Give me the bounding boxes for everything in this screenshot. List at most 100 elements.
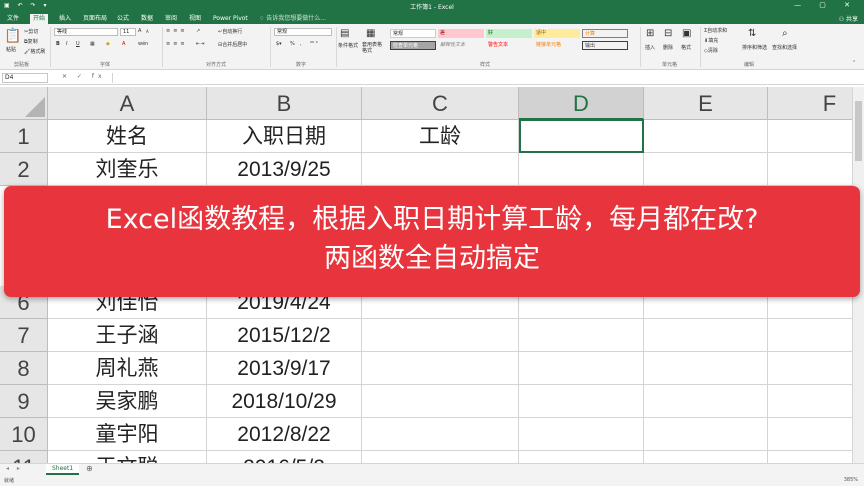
column-header-a[interactable]: A	[48, 87, 207, 120]
delete-cells-button[interactable]: 删除	[663, 44, 673, 51]
font-name-select[interactable]: 等线	[54, 28, 118, 36]
cell[interactable]	[768, 319, 852, 352]
paste-button[interactable]: 粘贴	[6, 46, 16, 53]
cell-b8[interactable]: 2013/9/17	[207, 352, 362, 385]
phonetic-icon[interactable]: wén	[138, 41, 148, 47]
format-cells-button[interactable]: 格式	[681, 44, 691, 51]
cell[interactable]	[768, 153, 852, 186]
style-output[interactable]: 输出	[582, 41, 628, 50]
cell[interactable]	[519, 153, 644, 186]
shrink-font-button[interactable]: A	[146, 29, 149, 34]
sheet-nav-arrows-icon[interactable]: ◂ ▸	[6, 465, 23, 472]
tab-data[interactable]: 数据	[138, 14, 156, 24]
tab-page-layout[interactable]: 页面布局	[80, 14, 110, 24]
underline-button[interactable]: U	[76, 41, 80, 47]
border-icon[interactable]: ▦	[90, 41, 95, 47]
name-box[interactable]: D4	[2, 73, 48, 83]
clear-button[interactable]: ◇清除	[704, 47, 718, 54]
paste-icon[interactable]: 📋	[4, 28, 21, 44]
cell[interactable]	[519, 319, 644, 352]
horizontal-align-icons[interactable]: ≡≡≡	[166, 41, 188, 47]
zoom-level[interactable]: 385%	[844, 477, 858, 483]
percent-button[interactable]: %	[290, 41, 295, 47]
style-good[interactable]: 好	[486, 29, 532, 38]
cell[interactable]	[644, 385, 768, 418]
cell-a11[interactable]: 王文聪	[48, 451, 207, 463]
tab-review[interactable]: 审阅	[162, 14, 180, 24]
cell[interactable]	[644, 120, 768, 153]
tab-view[interactable]: 视图	[186, 14, 204, 24]
cell[interactable]	[644, 418, 768, 451]
row-header[interactable]: 2	[0, 153, 48, 186]
row-header[interactable]: 7	[0, 319, 48, 352]
search-icon[interactable]: ⌕	[782, 28, 788, 39]
insert-cells-button[interactable]: 插入	[645, 44, 655, 51]
orientation-icon[interactable]: ↗	[196, 28, 200, 34]
row-header[interactable]: 11	[0, 451, 48, 463]
indent-icons[interactable]: ⇤⇥	[196, 41, 204, 47]
comma-button[interactable]: ,	[300, 41, 302, 47]
cell-b9[interactable]: 2018/10/29	[207, 385, 362, 418]
cell-a2[interactable]: 刘奎乐	[48, 153, 207, 186]
scrollbar-thumb[interactable]	[855, 101, 862, 161]
cell-a10[interactable]: 童宇阳	[48, 418, 207, 451]
fill-button[interactable]: ⬇填充	[704, 37, 718, 44]
share-button[interactable]: ⚇ 共享	[839, 14, 858, 23]
column-header-e[interactable]: E	[644, 87, 768, 120]
cell-b1[interactable]: 入职日期	[207, 120, 362, 153]
cell[interactable]	[644, 319, 768, 352]
cell[interactable]	[644, 352, 768, 385]
window-controls[interactable]: — ▢ ✕	[794, 1, 858, 9]
font-color-icon[interactable]: A	[122, 41, 125, 47]
cell[interactable]	[768, 352, 852, 385]
cell[interactable]	[768, 120, 852, 153]
style-neutral[interactable]: 适中	[534, 29, 580, 38]
cell[interactable]	[768, 385, 852, 418]
row-header[interactable]: 8	[0, 352, 48, 385]
cell-c7[interactable]	[362, 319, 519, 352]
conditional-format-icon[interactable]: ▤	[340, 28, 349, 39]
tell-me-search[interactable]: ♢ 告诉我您想要做什么...	[256, 14, 329, 24]
table-format-icon[interactable]: ▦	[366, 28, 375, 39]
cell-b11[interactable]: 2016/5/2	[207, 451, 362, 463]
vertical-align-icons[interactable]: ≡≡≡	[166, 28, 188, 34]
delete-cells-icon[interactable]: ⊟	[664, 28, 672, 39]
cell-c1[interactable]: 工龄	[362, 120, 519, 153]
cut-button[interactable]: ✂剪切	[24, 28, 38, 35]
cell-c2[interactable]	[362, 153, 519, 186]
add-sheet-icon[interactable]: ⊕	[86, 464, 93, 473]
autosum-button[interactable]: Σ自动求和	[704, 27, 727, 34]
column-header-d[interactable]: D	[519, 87, 644, 120]
column-header-b[interactable]: B	[207, 87, 362, 120]
format-cells-icon[interactable]: ▣	[682, 28, 691, 39]
cell-b7[interactable]: 2015/12/2	[207, 319, 362, 352]
wrap-text-button[interactable]: ↵自动换行	[218, 28, 242, 35]
cell[interactable]	[519, 385, 644, 418]
tab-power-pivot[interactable]: Power Pivot	[210, 14, 251, 24]
currency-icon[interactable]: $▾	[276, 41, 282, 47]
sort-filter-icon[interactable]: ⇅	[748, 28, 756, 39]
tab-file[interactable]: 文件	[4, 14, 22, 24]
font-size-select[interactable]: 11	[120, 28, 136, 36]
cell-b10[interactable]: 2012/8/22	[207, 418, 362, 451]
cell[interactable]	[519, 451, 644, 463]
number-format-select[interactable]: 常规	[274, 28, 332, 36]
copy-button[interactable]: ⧉复制	[24, 38, 38, 45]
row-header[interactable]: 9	[0, 385, 48, 418]
decimal-icons[interactable]: ⁰⁰ ⁰	[310, 41, 318, 47]
column-header-c[interactable]: C	[362, 87, 519, 120]
formula-icons[interactable]: ✕ ✓ fx	[62, 73, 106, 80]
table-format-button[interactable]: 套用表格格式	[362, 42, 386, 54]
style-check-cell[interactable]: 检查单元格	[390, 41, 436, 50]
cell[interactable]	[519, 418, 644, 451]
grow-font-button[interactable]: A	[138, 28, 141, 34]
conditional-format-button[interactable]: 条件格式	[338, 42, 358, 49]
cell[interactable]	[768, 451, 852, 463]
collapse-ribbon-icon[interactable]: ⌃	[852, 60, 856, 66]
cell[interactable]	[644, 153, 768, 186]
cell-a7[interactable]: 王子涵	[48, 319, 207, 352]
cell-a8[interactable]: 周礼燕	[48, 352, 207, 385]
row-header[interactable]: 10	[0, 418, 48, 451]
cell[interactable]	[519, 352, 644, 385]
cell-a9[interactable]: 吴家鹏	[48, 385, 207, 418]
